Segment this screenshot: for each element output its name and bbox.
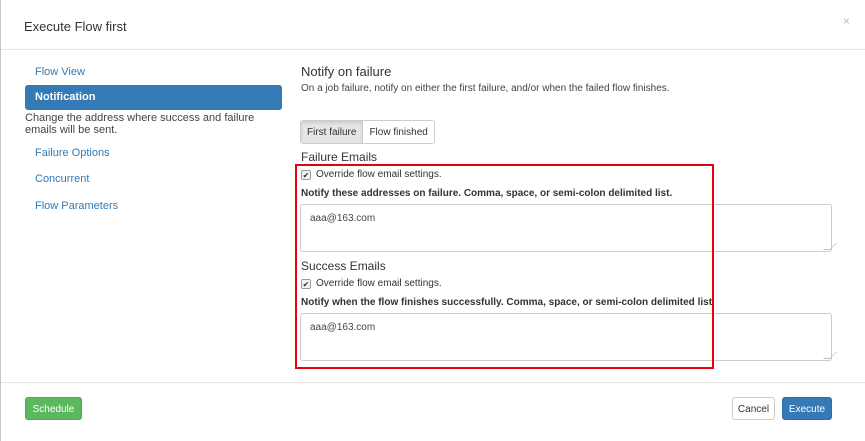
cancel-button[interactable]: Cancel xyxy=(732,397,775,420)
sidebar-help-text: Change the address where success and fai… xyxy=(25,112,255,136)
schedule-button[interactable]: Schedule xyxy=(25,397,82,420)
highlight-box xyxy=(295,164,714,369)
sidebar-item-failure-options[interactable]: Failure Options xyxy=(35,147,110,159)
close-icon[interactable]: × xyxy=(843,14,850,28)
execute-button[interactable]: Execute xyxy=(782,397,832,420)
notify-toggle-group: First failure Flow finished xyxy=(300,120,435,144)
sidebar-item-flow-parameters[interactable]: Flow Parameters xyxy=(35,200,118,212)
notify-on-failure-description: On a job failure, notify on either the f… xyxy=(301,83,670,94)
notify-on-failure-title: Notify on failure xyxy=(301,64,392,79)
modal-title: Execute Flow first xyxy=(24,19,127,34)
resize-handle-icon[interactable] xyxy=(823,352,837,359)
sidebar-item-notification[interactable]: Notification xyxy=(25,85,282,110)
flow-finished-button[interactable]: Flow finished xyxy=(363,121,434,143)
execute-flow-modal: Execute Flow first × Flow View Notificat… xyxy=(0,0,865,441)
resize-handle-icon[interactable] xyxy=(823,243,837,250)
failure-emails-title: Failure Emails xyxy=(301,150,378,164)
modal-header: Execute Flow first × xyxy=(1,0,865,50)
first-failure-button[interactable]: First failure xyxy=(301,121,364,143)
sidebar-item-concurrent[interactable]: Concurrent xyxy=(35,173,89,185)
sidebar-item-flow-view[interactable]: Flow View xyxy=(35,66,85,78)
